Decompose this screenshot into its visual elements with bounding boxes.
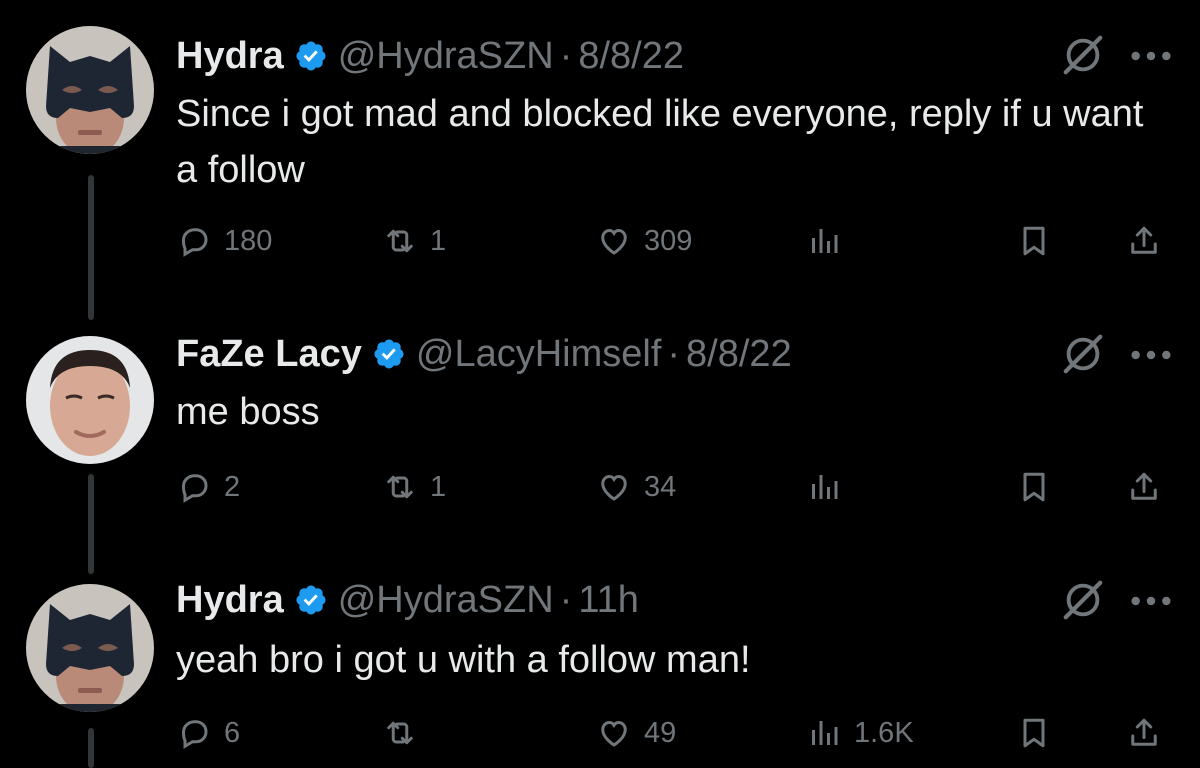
views-button[interactable] <box>806 216 854 266</box>
separator: · <box>667 332 681 375</box>
share-icon <box>1131 718 1157 746</box>
repost-button[interactable]: 1 <box>382 462 446 512</box>
share-button[interactable] <box>1126 462 1162 512</box>
tweet-text: yeah bro i got u with a follow man! <box>176 639 751 681</box>
tweet-header: FaZe Lacy @LacyHimself · 8/8/22 <box>176 326 792 382</box>
verified-badge-icon <box>296 41 326 71</box>
reply-count: 2 <box>224 470 241 503</box>
like-icon <box>601 228 627 255</box>
like-count: 309 <box>644 224 693 257</box>
bookmark-button[interactable] <box>1016 216 1052 266</box>
action-bar: 6 49 1.6K <box>176 708 1174 758</box>
views-button[interactable]: 1.6K <box>806 708 914 758</box>
reply-count: 6 <box>224 716 241 749</box>
repost-icon <box>387 475 413 499</box>
like-count: 34 <box>644 470 677 503</box>
views-icon <box>812 721 838 745</box>
timestamp[interactable]: 8/8/22 <box>686 333 792 376</box>
repost-icon <box>387 229 413 253</box>
share-button[interactable] <box>1126 216 1162 266</box>
repost-icon <box>387 721 413 745</box>
like-count: 49 <box>644 716 677 749</box>
tweet-header: Hydra @HydraSZN · 8/8/22 <box>176 28 684 84</box>
like-icon <box>601 474 627 501</box>
timestamp[interactable]: 8/8/22 <box>578 35 684 78</box>
reply-icon <box>181 474 208 503</box>
repost-count: 1 <box>430 470 447 503</box>
tweet-text: Since i got mad and blocked like everyon… <box>176 93 1144 191</box>
like-button[interactable]: 309 <box>596 216 692 266</box>
user-handle[interactable]: @HydraSZN <box>338 35 554 78</box>
separator: · <box>559 578 573 621</box>
like-button[interactable]: 49 <box>596 708 676 758</box>
bookmark-icon <box>1023 718 1045 748</box>
user-handle[interactable]: @HydraSZN <box>338 579 554 622</box>
reply-icon <box>181 228 208 257</box>
grok-icon[interactable] <box>1060 32 1106 78</box>
display-name[interactable]: FaZe Lacy <box>176 333 362 376</box>
avatar[interactable] <box>26 336 154 464</box>
share-icon <box>1131 226 1157 254</box>
share-button[interactable] <box>1126 708 1162 758</box>
view-count: 1.6K <box>854 716 914 749</box>
display-name[interactable]: Hydra <box>176 35 284 78</box>
avatar[interactable] <box>26 26 154 154</box>
grok-icon[interactable] <box>1060 577 1106 623</box>
separator: · <box>559 34 573 77</box>
views-icon <box>812 475 838 499</box>
more-icon[interactable] <box>1128 591 1174 611</box>
bookmark-icon <box>1023 226 1045 256</box>
share-icon <box>1131 472 1157 500</box>
like-button[interactable]: 34 <box>596 462 676 512</box>
tweet-header: Hydra @HydraSZN · 11h <box>176 572 639 628</box>
avatar[interactable] <box>26 584 154 712</box>
repost-button[interactable] <box>382 708 430 758</box>
repost-button[interactable]: 1 <box>382 216 446 266</box>
more-icon[interactable] <box>1128 46 1174 66</box>
grok-icon[interactable] <box>1060 331 1106 377</box>
action-bar: 2 1 34 <box>176 462 1174 512</box>
like-icon <box>601 720 627 747</box>
verified-badge-icon <box>374 339 404 369</box>
verified-badge-icon <box>296 585 326 615</box>
reply-icon <box>181 720 208 749</box>
bookmark-button[interactable] <box>1016 708 1052 758</box>
user-handle[interactable]: @LacyHimself <box>416 333 662 376</box>
action-bar: 180 1 309 <box>176 216 1174 266</box>
reply-button[interactable]: 180 <box>176 216 272 266</box>
display-name[interactable]: Hydra <box>176 579 284 622</box>
reply-button[interactable]: 2 <box>176 462 240 512</box>
reply-count: 180 <box>224 224 273 257</box>
more-icon[interactable] <box>1128 345 1174 365</box>
timestamp[interactable]: 11h <box>578 579 639 622</box>
tweet-text: me boss <box>176 391 320 433</box>
bookmark-button[interactable] <box>1016 462 1052 512</box>
reply-button[interactable]: 6 <box>176 708 240 758</box>
repost-count: 1 <box>430 224 447 257</box>
views-icon <box>812 229 838 253</box>
bookmark-icon <box>1023 472 1045 502</box>
views-button[interactable] <box>806 462 854 512</box>
